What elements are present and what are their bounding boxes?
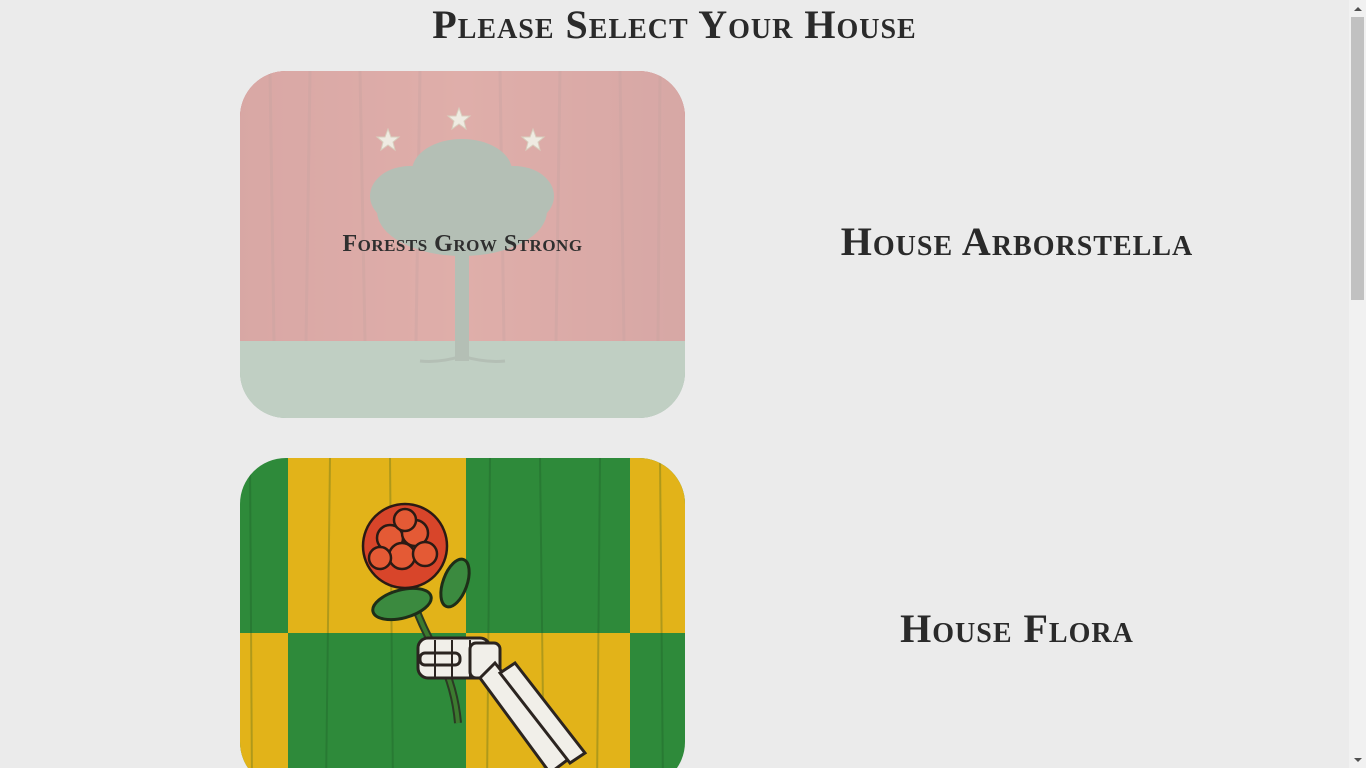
house-card-arborstella[interactable]: Forests Grow Strong	[240, 71, 685, 418]
scroll-up-button[interactable]	[1349, 0, 1366, 17]
scroll-down-button[interactable]	[1349, 751, 1366, 768]
house-motto: Forests Grow Strong	[342, 231, 583, 257]
house-card-flora[interactable]	[240, 458, 685, 768]
house-selection-page: Please Select Your House Forests Grow St…	[0, 0, 1349, 768]
skeleton-hand-rose-icon	[240, 458, 685, 768]
scroll-thumb[interactable]	[1351, 17, 1364, 300]
page-title: Please Select Your House	[432, 2, 917, 47]
house-name-flora[interactable]: House Flora	[767, 605, 1267, 652]
chevron-up-icon	[1353, 6, 1362, 11]
chevron-down-icon	[1353, 757, 1362, 762]
house-name-arborstella[interactable]: House Arborstella	[767, 218, 1267, 265]
vertical-scrollbar[interactable]	[1349, 0, 1366, 768]
